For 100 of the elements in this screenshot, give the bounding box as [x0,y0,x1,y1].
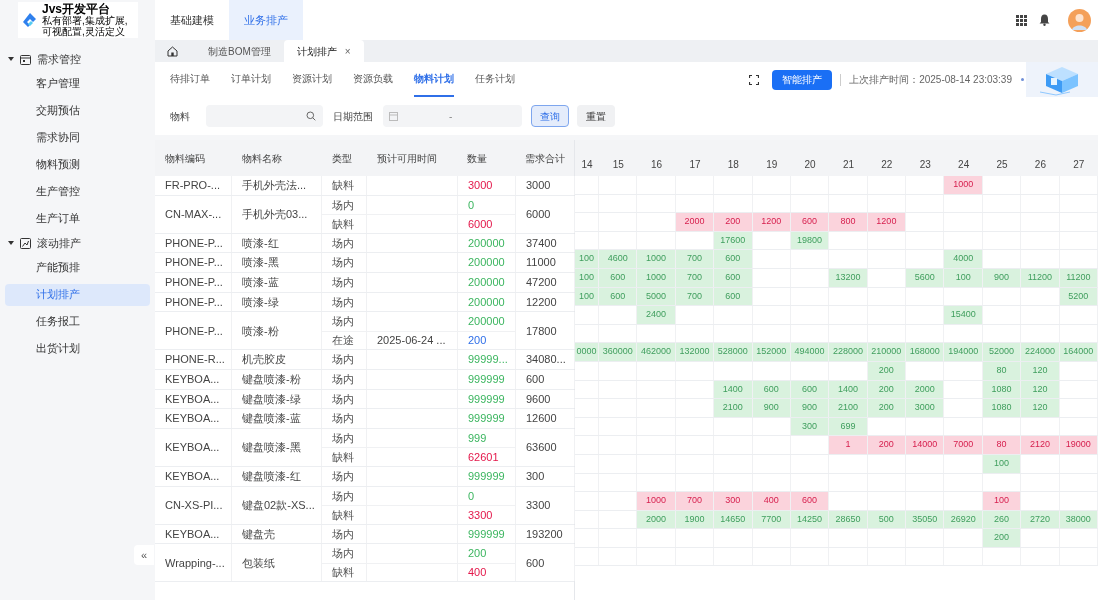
table-cell-text: 0 [468,488,475,504]
sidebar-item[interactable]: 生产订单 [5,207,150,230]
schedule-cell: 1080 [982,399,1021,417]
table-cell-text: 999999 [468,391,505,407]
table-cell-text: 场内 [332,468,354,484]
bell-icon[interactable] [1039,14,1050,26]
sidebar-item[interactable]: 需求协同 [5,126,150,149]
table-cell-text: 37400 [526,235,557,251]
schedule-cell: 210000 [867,343,906,361]
table-cell-text: PHONE-P... [165,275,223,290]
table-cell-text: 200000 [468,294,505,310]
calendar-icon [389,111,398,121]
table-cell-text: 6000 [526,206,551,222]
table-cell-text: 键盘喷漆-绿 [242,391,301,407]
schedule-cell: 600 [790,213,829,231]
schedule-cell: 194000 [944,343,982,361]
sidebar-item[interactable]: 生产管控 [5,180,150,203]
column-header: 物料编码 [165,151,205,166]
schedule-cell: 900 [752,399,790,417]
sidebar-item[interactable]: 交期预估 [5,99,150,122]
schedule-cell: 200 [714,213,752,231]
calendar-icon [20,53,31,65]
sidebar-item[interactable]: 产能预排 [5,256,150,279]
fullscreen-icon[interactable] [749,74,760,85]
home-icon[interactable] [167,46,178,57]
schedule-cell: 2120 [1021,436,1059,454]
schedule-cell: 600 [790,492,829,510]
day-header: 26 [1034,158,1046,172]
table-cell-text: KEYBOA... [165,411,220,427]
sub-tab[interactable]: 待排订单 [170,62,210,97]
table-cell-text: PHONE-P... [165,323,223,339]
sub-tab[interactable]: 资源计划 [292,62,332,97]
sidebar-item[interactable]: 计划排产 [5,283,150,306]
schedule-cell: 800 [829,213,867,231]
schedule-cell: 1000 [637,492,675,510]
day-header: 16 [651,158,663,172]
table-cell-text: 键盘喷漆-蓝 [242,411,301,427]
table-cell-text: 34080... [526,352,566,368]
sub-tab[interactable]: 任务计划 [475,62,515,97]
table-cell-text: 场内 [332,235,354,251]
table-cell-text: 键盘壳 [242,526,275,542]
collapse-button[interactable]: « [134,545,154,565]
schedule-cell: 168000 [906,343,944,361]
schedule-cell: 400 [752,492,790,510]
caret-icon [8,56,14,62]
sidebar-item[interactable]: 物料预测 [5,153,150,176]
table-cell-text: 键盘02款-XS... [242,497,315,513]
schedule-cell: 200 [867,399,906,417]
table-cell-text: 99999... [468,352,508,368]
schedule-cell: 228000 [829,343,867,361]
table-cell-text: 场内 [332,275,354,290]
nav-tab[interactable]: 基础建模 [155,0,229,40]
chart-icon [20,237,31,249]
table-cell-text: 缺料 [332,507,354,523]
material-input-field[interactable] [206,105,323,127]
sidebar-group[interactable]: 需求管控 [5,48,150,70]
apps-grid-icon[interactable] [1016,14,1027,26]
schedule-cell: 528000 [714,343,752,361]
schedule-cell: 132000 [675,343,714,361]
table-cell-text: KEYBOA... [165,372,220,387]
schedule-cell: 1200 [752,213,790,231]
sidebar-item[interactable]: 客户管理 [5,72,150,95]
close-icon[interactable]: × [344,43,351,59]
table-cell-text: 999999 [468,468,505,484]
query-button[interactable]: 查询 [531,105,569,127]
sidebar-item[interactable]: 任务报工 [5,310,150,333]
table-cell-text: 999999 [468,411,505,427]
column-header: 数量 [467,151,488,166]
schedule-cell: 2000 [675,213,714,231]
reset-button[interactable]: 重置 [577,105,615,127]
sidebar-group[interactable]: 滚动排产 [5,232,150,254]
sidebar-item[interactable]: 出货计划 [5,337,150,360]
table-cell-text: PHONE-P... [165,294,223,310]
day-header: 19 [766,158,778,172]
page-tab[interactable]: 制造BOM管理 [195,40,284,62]
table-cell-text: 600 [526,372,545,387]
sub-tab[interactable]: 订单计划 [231,62,271,97]
schedule-cell: 100 [575,250,598,268]
day-header: 17 [689,158,701,172]
schedule-cell: 1000 [944,176,982,194]
schedule-cell: 152000 [752,343,790,361]
table-cell-text: CN-MAX-... [165,206,222,222]
schedule-cell: 164000 [1059,343,1097,361]
table-cell-text: 场内 [332,546,354,562]
schedule-cell: 14000 [906,436,944,454]
smart-schedule-button[interactable]: 智能排产 [772,69,833,90]
date-range-label: 日期范围 [333,109,373,124]
schedule-cell: 52000 [982,343,1021,361]
table-cell-text: 400 [468,565,487,581]
schedule-cell: 120 [1021,399,1059,417]
table-cell-text: 3000 [468,178,493,194]
schedule-cell: 1000 [637,250,675,268]
page-tab[interactable]: 计划排产 × [283,40,364,62]
nav-tab[interactable]: 业务排产 [229,0,303,40]
sub-tab[interactable]: 资源负载 [353,62,393,97]
column-header: 物料名称 [241,151,282,166]
schedule-cell: 200 [982,529,1021,547]
day-header: 23 [919,158,931,172]
day-header: 22 [881,158,893,172]
schedule-cell: 300 [714,492,752,510]
